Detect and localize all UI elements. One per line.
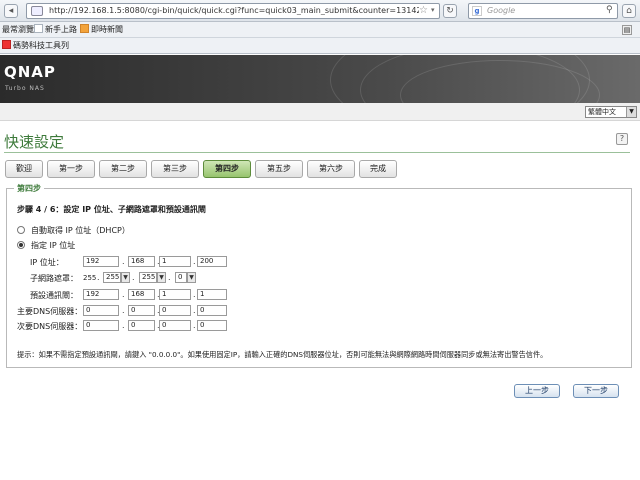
dns2-octet-3[interactable]: 0 — [159, 320, 191, 331]
chevron-down-icon[interactable]: ▼ — [187, 272, 196, 283]
next-button[interactable]: 下一步 — [573, 384, 619, 398]
language-value: 繁體中文 — [588, 108, 616, 116]
bookmark-most-visited[interactable]: 最常瀏覽 — [2, 24, 34, 35]
dropdown-icon[interactable]: ▾ — [431, 6, 435, 14]
bookmark-getting-started[interactable]: 新手上路 — [34, 24, 77, 35]
gateway-octet-3[interactable]: 1 — [159, 289, 191, 300]
step-5[interactable]: 第五步 — [255, 160, 303, 178]
dns2-octet-1[interactable]: 0 — [83, 320, 119, 331]
bookmarks-toolbar: 最常瀏覽 新手上路 即時新聞 ▤ — [0, 22, 640, 38]
qnap-logo: QNAP — [4, 63, 56, 81]
chevron-down-icon: ▼ — [626, 107, 636, 117]
address-bar[interactable]: http://192.168.1.5:8080/cgi-bin/quick/qu… — [26, 3, 440, 19]
ip-address-label: IP 位址： — [30, 258, 64, 267]
search-input[interactable]: g Google ⚲ — [468, 3, 618, 19]
secondary-dns-label: 次要DNS伺服器： — [17, 322, 83, 331]
primary-dns-label: 主要DNS伺服器： — [17, 307, 83, 316]
search-icon[interactable]: ⚲ — [606, 5, 613, 15]
chevron-down-icon[interactable]: ▼ — [157, 272, 166, 283]
google-icon: g — [472, 6, 482, 16]
dns1-octet-1[interactable]: 0 — [83, 305, 119, 316]
ip-octet-1[interactable]: 192 — [83, 256, 119, 267]
dns2-octet-4[interactable]: 0 — [197, 320, 227, 331]
dns1-octet-3[interactable]: 0 — [159, 305, 191, 316]
ip-octet-4[interactable]: 200 — [197, 256, 227, 267]
language-select[interactable]: 繁體中文 ▼ — [585, 106, 637, 118]
dns1-octet-4[interactable]: 0 — [197, 305, 227, 316]
previous-button[interactable]: 上一步 — [514, 384, 560, 398]
dhcp-radio[interactable] — [17, 226, 25, 234]
page-title: 快速設定 — [4, 133, 65, 151]
gateway-octet-1[interactable]: 192 — [83, 289, 119, 300]
subnet-mask-label: 子網路遮罩： — [30, 274, 78, 283]
browser-nav-bar: ◂ http://192.168.1.5:8080/cgi-bin/quick/… — [0, 0, 640, 22]
chevron-down-icon[interactable]: ▼ — [121, 272, 130, 283]
site-identity-icon[interactable] — [31, 6, 43, 16]
language-bar: 繁體中文 ▼ — [0, 103, 640, 121]
gateway-label: 預設通訊閘： — [30, 291, 78, 300]
step-1[interactable]: 第一步 — [47, 160, 95, 178]
step-heading: 步驟 4 / 6：設定 IP 位址、子網路遮罩和預設通訊閘 — [17, 205, 206, 214]
step-fieldset — [6, 188, 632, 368]
static-ip-radio[interactable] — [17, 241, 25, 249]
mask-octet-3[interactable]: 255 — [139, 272, 157, 283]
hint-text: 提示：如果不需指定預設通訊閘，請鍵入 "0.0.0.0"。如果使用固定IP，請輸… — [17, 350, 548, 359]
step-legend: 第四步 — [14, 183, 44, 194]
home-icon[interactable]: ⌂ — [622, 4, 636, 18]
bookmarks-menu-icon[interactable]: ▤ — [622, 25, 632, 35]
search-placeholder: Google — [487, 6, 516, 15]
rss-icon — [80, 24, 89, 33]
toolbar-extension-label[interactable]: 碼勢科技工具列 — [2, 40, 69, 51]
qnap-banner: QNAP Turbo NAS — [0, 55, 640, 103]
step-2[interactable]: 第二步 — [99, 160, 147, 178]
ip-octet-2[interactable]: 168 — [128, 256, 155, 267]
dns1-octet-2[interactable]: 0 — [128, 305, 155, 316]
mask-octet-2[interactable]: 255 — [103, 272, 121, 283]
step-welcome[interactable]: 歡迎 — [5, 160, 43, 178]
extension-toolbar: 碼勢科技工具列 — [0, 38, 640, 54]
step-6[interactable]: 第六步 — [307, 160, 355, 178]
dhcp-label: 自動取得 IP 位址（DHCP） — [31, 226, 130, 235]
gateway-octet-2[interactable]: 168 — [128, 289, 155, 300]
back-arrow-icon[interactable]: ◂ — [4, 4, 18, 18]
page-icon — [34, 24, 43, 33]
static-ip-label: 指定 IP 位址 — [31, 241, 76, 250]
step-3[interactable]: 第三步 — [151, 160, 199, 178]
extension-icon — [2, 40, 11, 49]
step-finish[interactable]: 完成 — [359, 160, 397, 178]
help-icon[interactable]: ? — [616, 133, 628, 145]
url-text[interactable]: http://192.168.1.5:8080/cgi-bin/quick/qu… — [49, 6, 419, 15]
ip-octet-3[interactable]: 1 — [159, 256, 191, 267]
mask-octet-4[interactable]: 0 — [175, 272, 187, 283]
reload-icon[interactable]: ↻ — [443, 4, 457, 18]
dns2-octet-2[interactable]: 0 — [128, 320, 155, 331]
product-subtitle: Turbo NAS — [5, 85, 45, 92]
gateway-octet-4[interactable]: 1 — [197, 289, 227, 300]
mask-octet-1: 255 — [83, 274, 97, 282]
title-divider — [4, 152, 630, 153]
step-4-active[interactable]: 第四步 — [203, 160, 251, 178]
bookmark-star-icon[interactable]: ☆ — [419, 5, 428, 16]
bookmark-latest-news[interactable]: 即時新聞 — [80, 24, 123, 35]
